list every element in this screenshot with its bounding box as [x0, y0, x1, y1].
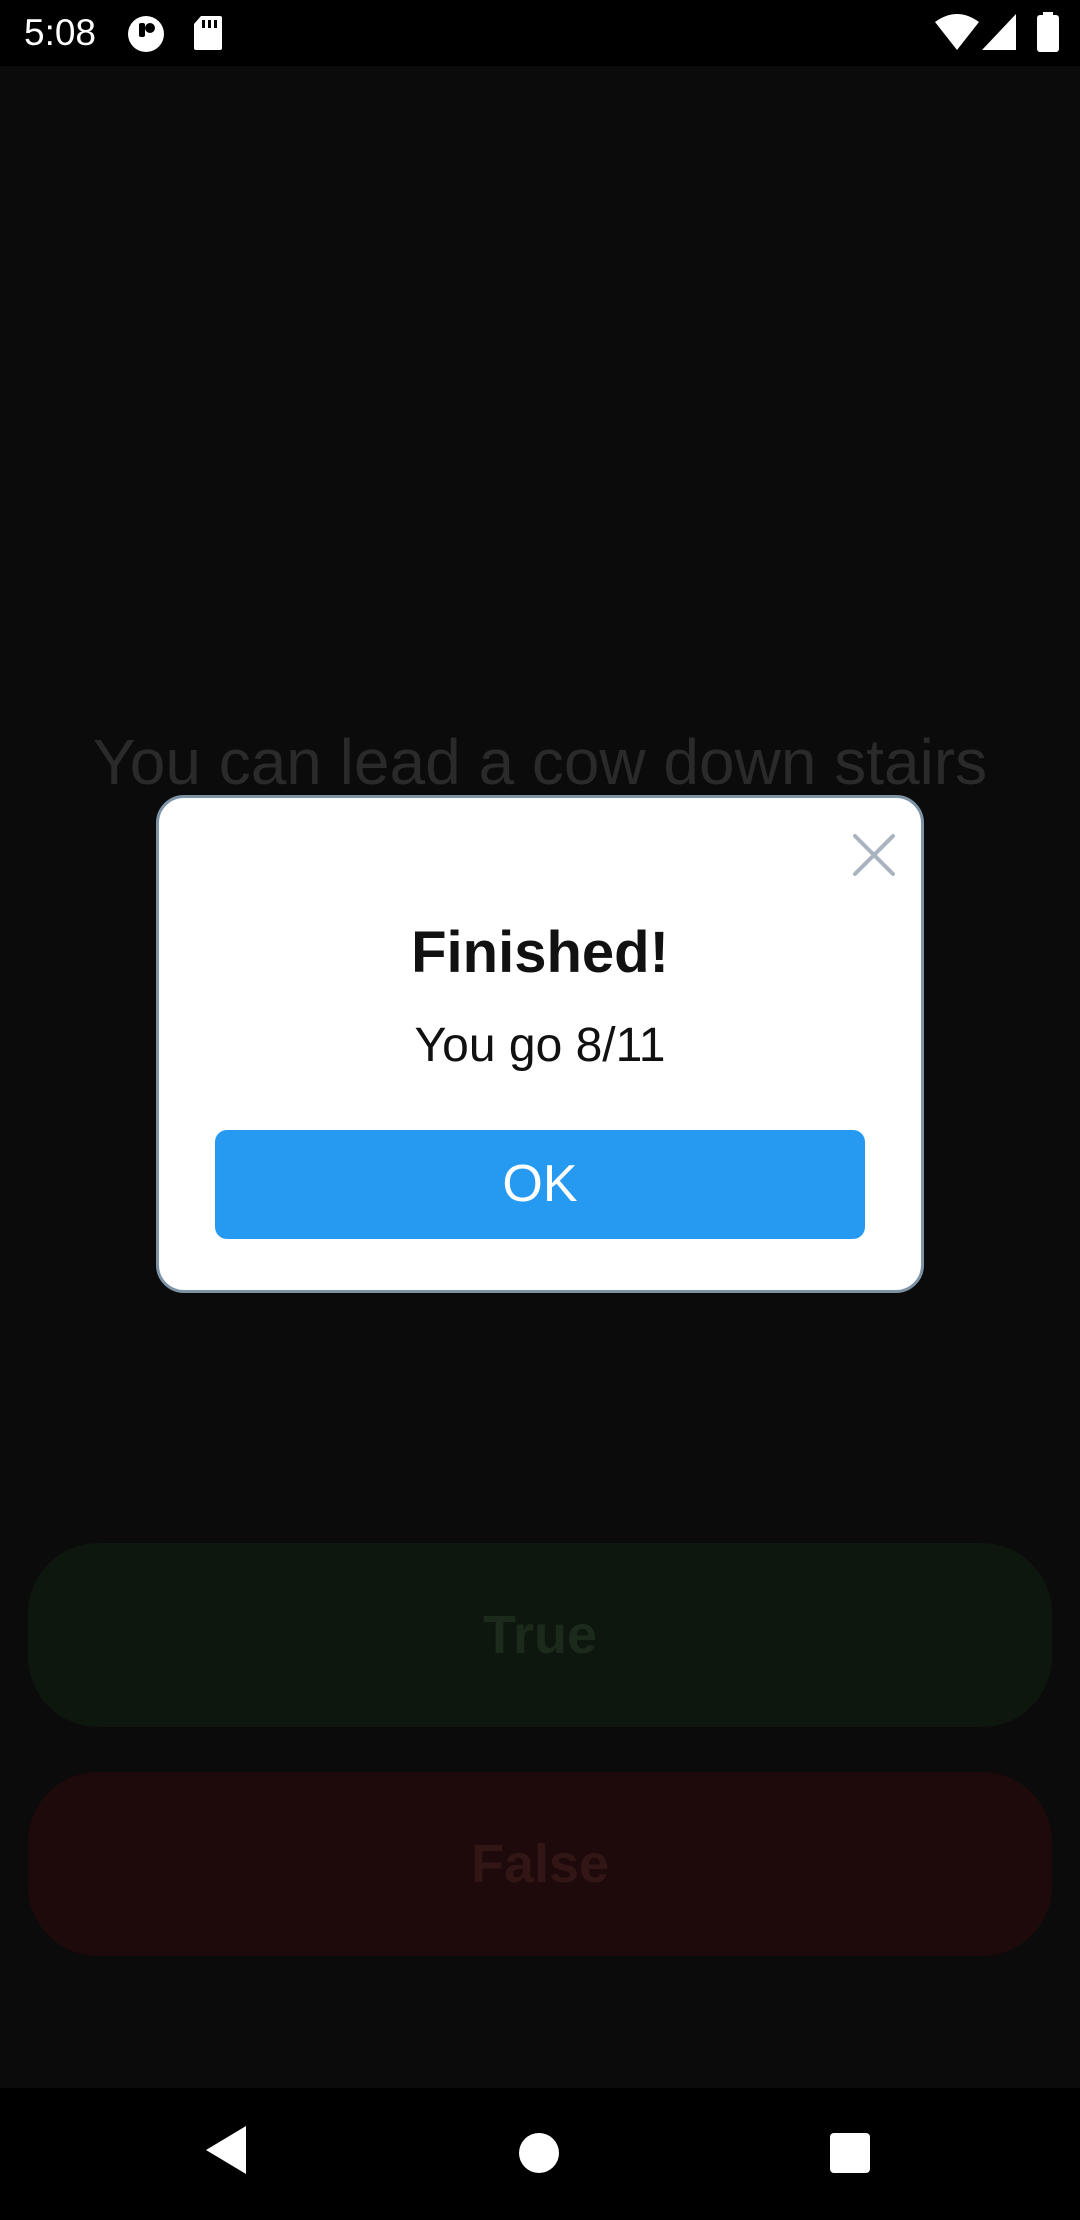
screen: 5:08 You can lead a cow down stairs True… — [0, 0, 1080, 2220]
cellular-signal-icon — [980, 12, 1018, 57]
recents-icon[interactable] — [829, 2132, 871, 2179]
navigation-bar — [0, 2088, 1080, 2220]
sd-card-icon — [192, 14, 224, 57]
status-time: 5:08 — [24, 12, 97, 53]
app-notification-icon — [126, 14, 166, 59]
finished-dialog: Finished! You go 8/11 OK — [156, 795, 924, 1293]
back-icon[interactable] — [204, 2124, 248, 2181]
dialog-title: Finished! — [411, 920, 669, 985]
status-bar: 5:08 — [0, 0, 1080, 66]
question-text: You can lead a cow down stairs — [92, 726, 988, 798]
true-button[interactable]: True — [28, 1543, 1052, 1727]
ok-button[interactable]: OK — [215, 1130, 865, 1239]
dialog-message: You go 8/11 — [414, 1019, 666, 1072]
wifi-icon — [934, 12, 980, 57]
battery-icon — [1036, 12, 1060, 57]
home-icon[interactable] — [518, 2132, 560, 2179]
close-icon[interactable] — [849, 830, 899, 880]
false-button[interactable]: False — [28, 1772, 1052, 1956]
